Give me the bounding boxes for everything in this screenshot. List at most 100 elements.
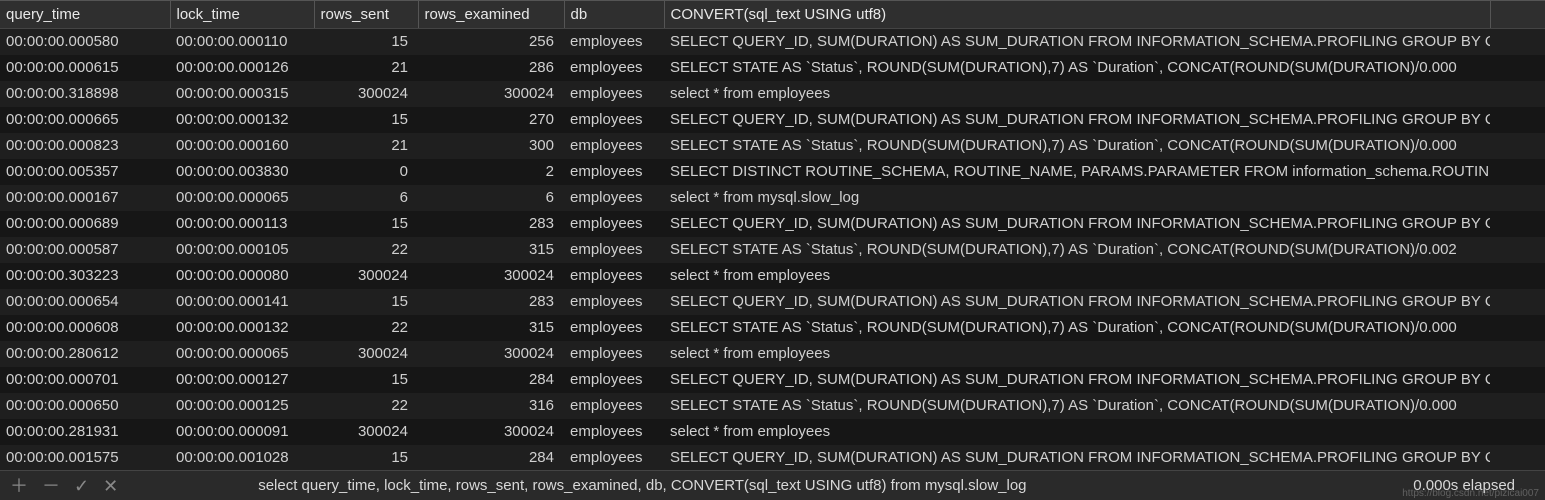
cell-db[interactable]: employees: [564, 185, 664, 211]
col-header-db[interactable]: db: [564, 1, 664, 29]
cell-lock-time[interactable]: 00:00:00.000065: [170, 185, 314, 211]
cell-query-time[interactable]: 00:00:00.000650: [0, 393, 170, 419]
table-row[interactable]: 00:00:00.00068900:00:00.00011315283emplo…: [0, 211, 1545, 237]
table-row[interactable]: 00:00:00.31889800:00:00.0003153000243000…: [0, 81, 1545, 107]
cell-query-time[interactable]: 00:00:00.000587: [0, 237, 170, 263]
cell-query-time[interactable]: 00:00:00.000167: [0, 185, 170, 211]
confirm-icon[interactable]: ✓: [74, 477, 89, 495]
cell-rows-examined[interactable]: 300024: [418, 263, 564, 289]
add-row-icon[interactable]: ＋: [10, 477, 28, 495]
cell-sql[interactable]: SELECT DISTINCT ROUTINE_SCHEMA, ROUTINE_…: [664, 159, 1490, 185]
cell-lock-time[interactable]: 00:00:00.000141: [170, 289, 314, 315]
cell-sql[interactable]: SELECT QUERY_ID, SUM(DURATION) AS SUM_DU…: [664, 289, 1490, 315]
cell-sql[interactable]: SELECT STATE AS `Status`, ROUND(SUM(DURA…: [664, 133, 1490, 159]
cell-query-time[interactable]: 00:00:00.000580: [0, 29, 170, 55]
table-row[interactable]: 00:00:00.00157500:00:00.00102815284emplo…: [0, 445, 1545, 471]
cell-query-time[interactable]: 00:00:00.280612: [0, 341, 170, 367]
cell-db[interactable]: employees: [564, 81, 664, 107]
cell-sql[interactable]: select * from employees: [664, 419, 1490, 445]
cell-lock-time[interactable]: 00:00:00.000315: [170, 81, 314, 107]
cell-db[interactable]: employees: [564, 289, 664, 315]
cell-rows-examined[interactable]: 2: [418, 159, 564, 185]
table-row[interactable]: 00:00:00.00070100:00:00.00012715284emplo…: [0, 367, 1545, 393]
cell-rows-sent[interactable]: 15: [314, 367, 418, 393]
cell-db[interactable]: employees: [564, 107, 664, 133]
cell-rows-examined[interactable]: 6: [418, 185, 564, 211]
cell-query-time[interactable]: 00:00:00.000654: [0, 289, 170, 315]
cell-sql[interactable]: select * from employees: [664, 341, 1490, 367]
table-row[interactable]: 00:00:00.00535700:00:00.00383002employee…: [0, 159, 1545, 185]
cell-query-time[interactable]: 00:00:00.000615: [0, 55, 170, 81]
cell-query-time[interactable]: 00:00:00.001575: [0, 445, 170, 471]
cell-db[interactable]: employees: [564, 419, 664, 445]
cell-rows-sent[interactable]: 22: [314, 315, 418, 341]
cell-rows-sent[interactable]: 0: [314, 159, 418, 185]
cell-rows-sent[interactable]: 300024: [314, 419, 418, 445]
table-row[interactable]: 00:00:00.00066500:00:00.00013215270emplo…: [0, 107, 1545, 133]
cell-db[interactable]: employees: [564, 445, 664, 471]
cell-rows-sent[interactable]: 300024: [314, 263, 418, 289]
cell-rows-examined[interactable]: 283: [418, 211, 564, 237]
col-header-rows-sent[interactable]: rows_sent: [314, 1, 418, 29]
cell-sql[interactable]: select * from employees: [664, 81, 1490, 107]
cell-db[interactable]: employees: [564, 393, 664, 419]
cell-query-time[interactable]: 00:00:00.281931: [0, 419, 170, 445]
cell-sql[interactable]: SELECT QUERY_ID, SUM(DURATION) AS SUM_DU…: [664, 445, 1490, 471]
cell-rows-sent[interactable]: 15: [314, 445, 418, 471]
cell-db[interactable]: employees: [564, 367, 664, 393]
cell-rows-examined[interactable]: 256: [418, 29, 564, 55]
cell-db[interactable]: employees: [564, 211, 664, 237]
cell-rows-examined[interactable]: 300: [418, 133, 564, 159]
cell-sql[interactable]: SELECT QUERY_ID, SUM(DURATION) AS SUM_DU…: [664, 211, 1490, 237]
col-header-lock-time[interactable]: lock_time: [170, 1, 314, 29]
table-row[interactable]: 00:00:00.00058000:00:00.00011015256emplo…: [0, 29, 1545, 55]
cell-rows-sent[interactable]: 6: [314, 185, 418, 211]
cell-query-time[interactable]: 00:00:00.000665: [0, 107, 170, 133]
cell-rows-examined[interactable]: 286: [418, 55, 564, 81]
cancel-icon[interactable]: ✕: [103, 477, 118, 495]
cell-db[interactable]: employees: [564, 55, 664, 81]
table-row[interactable]: 00:00:00.30322300:00:00.0000803000243000…: [0, 263, 1545, 289]
cell-query-time[interactable]: 00:00:00.000701: [0, 367, 170, 393]
cell-sql[interactable]: select * from mysql.slow_log: [664, 185, 1490, 211]
cell-rows-sent[interactable]: 15: [314, 29, 418, 55]
col-header-rows-examined[interactable]: rows_examined: [418, 1, 564, 29]
table-row[interactable]: 00:00:00.00065400:00:00.00014115283emplo…: [0, 289, 1545, 315]
cell-sql[interactable]: select * from employees: [664, 263, 1490, 289]
table-row[interactable]: 00:00:00.28193100:00:00.0000913000243000…: [0, 419, 1545, 445]
cell-lock-time[interactable]: 00:00:00.000110: [170, 29, 314, 55]
cell-rows-sent[interactable]: 300024: [314, 81, 418, 107]
cell-lock-time[interactable]: 00:00:00.000105: [170, 237, 314, 263]
cell-query-time[interactable]: 00:00:00.000689: [0, 211, 170, 237]
table-row[interactable]: 00:00:00.00060800:00:00.00013222315emplo…: [0, 315, 1545, 341]
cell-lock-time[interactable]: 00:00:00.000080: [170, 263, 314, 289]
cell-rows-examined[interactable]: 284: [418, 367, 564, 393]
cell-query-time[interactable]: 00:00:00.303223: [0, 263, 170, 289]
cell-rows-sent[interactable]: 15: [314, 107, 418, 133]
cell-rows-examined[interactable]: 300024: [418, 341, 564, 367]
table-row[interactable]: 00:00:00.00082300:00:00.00016021300emplo…: [0, 133, 1545, 159]
cell-lock-time[interactable]: 00:00:00.001028: [170, 445, 314, 471]
cell-sql[interactable]: SELECT QUERY_ID, SUM(DURATION) AS SUM_DU…: [664, 107, 1490, 133]
table-row[interactable]: 00:00:00.28061200:00:00.0000653000243000…: [0, 341, 1545, 367]
cell-sql[interactable]: SELECT STATE AS `Status`, ROUND(SUM(DURA…: [664, 55, 1490, 81]
cell-lock-time[interactable]: 00:00:00.000126: [170, 55, 314, 81]
cell-rows-sent[interactable]: 15: [314, 289, 418, 315]
cell-lock-time[interactable]: 00:00:00.000091: [170, 419, 314, 445]
cell-lock-time[interactable]: 00:00:00.000127: [170, 367, 314, 393]
cell-sql[interactable]: SELECT QUERY_ID, SUM(DURATION) AS SUM_DU…: [664, 29, 1490, 55]
cell-sql[interactable]: SELECT STATE AS `Status`, ROUND(SUM(DURA…: [664, 237, 1490, 263]
cell-query-time[interactable]: 00:00:00.318898: [0, 81, 170, 107]
cell-db[interactable]: employees: [564, 263, 664, 289]
cell-sql[interactable]: SELECT STATE AS `Status`, ROUND(SUM(DURA…: [664, 393, 1490, 419]
cell-query-time[interactable]: 00:00:00.000823: [0, 133, 170, 159]
cell-rows-examined[interactable]: 316: [418, 393, 564, 419]
cell-lock-time[interactable]: 00:00:00.000160: [170, 133, 314, 159]
cell-query-time[interactable]: 00:00:00.000608: [0, 315, 170, 341]
cell-rows-examined[interactable]: 270: [418, 107, 564, 133]
col-header-sql-text[interactable]: CONVERT(sql_text USING utf8): [664, 1, 1490, 29]
cell-lock-time[interactable]: 00:00:00.003830: [170, 159, 314, 185]
cell-lock-time[interactable]: 00:00:00.000125: [170, 393, 314, 419]
table-row[interactable]: 00:00:00.00065000:00:00.00012522316emplo…: [0, 393, 1545, 419]
cell-rows-sent[interactable]: 15: [314, 211, 418, 237]
